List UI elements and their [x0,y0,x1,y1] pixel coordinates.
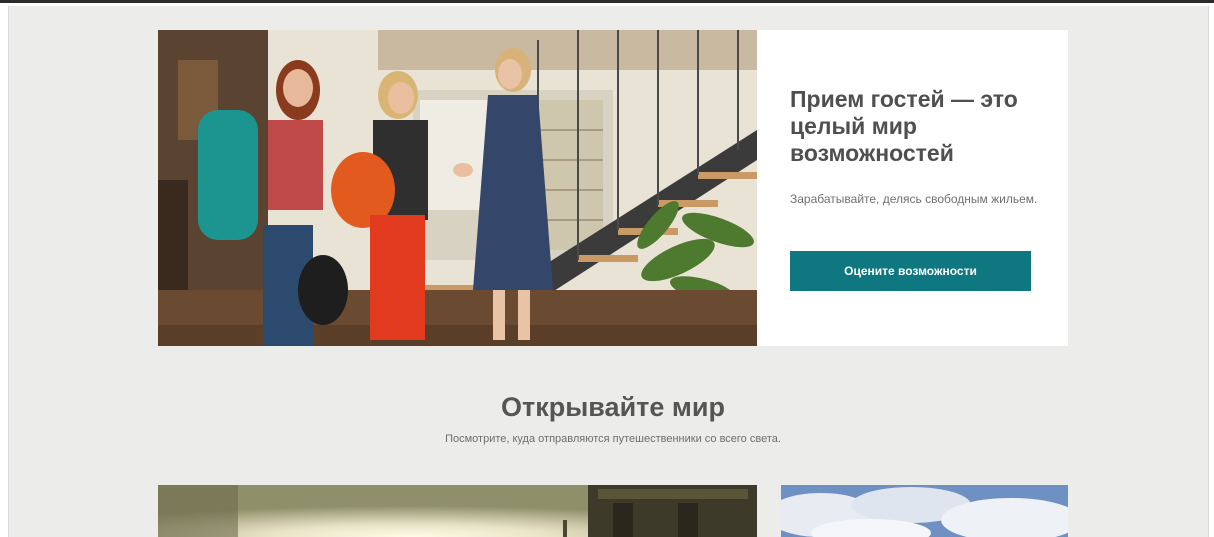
window-top-border [0,0,1214,3]
explore-opportunities-button[interactable]: Оцените возможности [790,251,1031,291]
destination-image [781,485,1068,537]
hero-subtitle: Зарабатывайте, делясь свободным жильем. [790,192,1038,206]
destination-card[interactable] [158,485,757,537]
discover-title: Открывайте мир [501,392,725,422]
discover-subtitle: Посмотрите, куда отправляются путешестве… [445,433,781,445]
hero-image [158,30,757,346]
destination-image [158,485,757,537]
hero-card [757,30,1068,346]
hero-title: Прием гостей — это целый мир возможносте… [790,86,1018,166]
destination-card[interactable] [781,485,1068,537]
